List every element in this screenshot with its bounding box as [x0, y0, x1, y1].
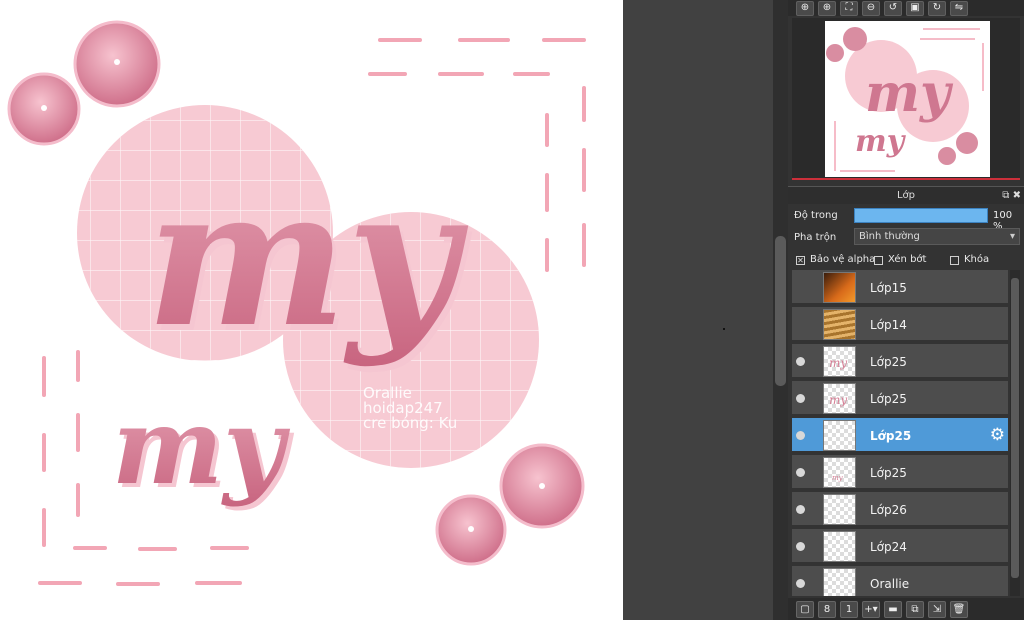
visibility-icon[interactable] — [796, 505, 805, 514]
protect-alpha-checkbox[interactable]: ✕ — [796, 255, 805, 265]
trash-icon[interactable]: 🗑 — [950, 600, 968, 618]
drawing-canvas[interactable]: my my my my Orallie hoidap247 cre bóng: … — [0, 0, 623, 620]
svg-text:my: my — [855, 124, 907, 159]
blend-label: Pha trộn — [794, 231, 837, 243]
new-layer-1bit-icon[interactable]: 1 — [840, 600, 858, 618]
svg-text:my: my — [865, 63, 954, 124]
layer-row[interactable]: my Lớp25 — [792, 381, 1008, 416]
layer-thumbnail: my — [823, 346, 856, 377]
layer-name: Lớp14 — [870, 318, 907, 332]
layer-name: Lớp24 — [870, 540, 907, 554]
duplicate-icon[interactable]: ⧉ — [906, 600, 924, 618]
svg-text:my: my — [829, 393, 847, 407]
layer-thumbnail — [823, 309, 856, 340]
visibility-icon[interactable] — [796, 579, 805, 588]
visibility-icon[interactable] — [796, 431, 805, 440]
scrollbar-thumb[interactable] — [775, 236, 786, 386]
watermark: Orallie hoidap247 cre bóng: Ku — [363, 386, 457, 431]
new-layer-8bit-icon[interactable]: 8 — [818, 600, 836, 618]
fit-icon[interactable]: ⛶ — [840, 0, 858, 16]
artwork: my my my my — [7, 20, 586, 586]
layer-row[interactable]: Lớp15 — [792, 270, 1008, 305]
layer-row[interactable]: my Lớp25 — [792, 344, 1008, 379]
layer-row[interactable]: Lớp14 — [792, 307, 1008, 342]
layer-thumbnail — [823, 531, 856, 562]
visibility-icon[interactable] — [796, 542, 805, 551]
layer-row[interactable]: my Lớp25 — [792, 455, 1008, 490]
visibility-icon[interactable] — [796, 468, 805, 477]
layer-thumbnail — [823, 420, 856, 451]
chevron-down-icon: ▾ — [1009, 231, 1015, 242]
artwork-text-large: my — [146, 146, 469, 369]
layer-thumbnail — [823, 568, 856, 596]
watermark-line: cre bóng: Ku — [363, 414, 458, 432]
blend-mode-select[interactable]: Bình thường ▾ — [854, 228, 1020, 245]
visibility-icon[interactable] — [796, 357, 805, 366]
zoom-in-icon[interactable]: ⊕ — [818, 0, 836, 16]
layer-row-selected[interactable]: Lớp25 ⚙ — [792, 418, 1008, 453]
layer-name: Lớp15 — [870, 281, 907, 295]
navigator-preview[interactable]: my my — [792, 18, 1020, 180]
workspace-background — [623, 0, 773, 620]
new-layer-icon[interactable]: ▢ — [796, 600, 814, 618]
artwork-text-small: my — [112, 384, 291, 508]
layer-list-scrollbar[interactable] — [1010, 270, 1020, 596]
clipping-label: Xén bớt — [888, 253, 927, 265]
scrollbar-thumb[interactable] — [1011, 278, 1019, 578]
canvas-vertical-scrollbar[interactable] — [773, 0, 788, 620]
svg-text:my: my — [832, 474, 844, 482]
layer-panel-title: Lớp — [896, 190, 916, 201]
layer-thumbnail — [823, 272, 856, 303]
svg-text:my: my — [829, 356, 847, 370]
layer-list: Lớp15 Lớp14 my Lớp25 my Lớp25 Lớp25 ⚙ my… — [792, 270, 1008, 596]
layer-name: Lớp25 — [870, 355, 907, 369]
layer-name: Orallie — [870, 577, 910, 591]
clipping-checkbox[interactable] — [874, 255, 883, 265]
add-layer-menu-icon[interactable]: +▾ — [862, 600, 880, 618]
layer-thumbnail — [823, 494, 856, 525]
flip-icon[interactable]: ⇋ — [950, 0, 968, 16]
opacity-slider[interactable] — [854, 208, 988, 223]
layer-actions-bar: ▢ 8 1 +▾ ▬ ⧉ ⇲ 🗑 — [788, 598, 1024, 620]
layer-thumbnail: my — [823, 383, 856, 414]
right-panel: ⊕ ⊕ ⛶ ⊖ ↺ ▣ ↻ ⇋ my my Lớp ⧉ ✖ Độ trong 1… — [788, 0, 1024, 620]
merge-icon[interactable]: ⇲ — [928, 600, 946, 618]
zoom-in-icon[interactable]: ⊕ — [796, 0, 814, 16]
navigator-toolbar: ⊕ ⊕ ⛶ ⊖ ↺ ▣ ↻ ⇋ — [788, 0, 1024, 16]
rotate-left-icon[interactable]: ↺ — [884, 0, 902, 16]
close-icon[interactable]: ✖ — [1013, 190, 1021, 201]
layer-row[interactable]: Lớp26 — [792, 492, 1008, 527]
layer-name: Lớp25 — [870, 466, 907, 480]
layer-row[interactable]: Orallie — [792, 566, 1008, 596]
opacity-label: Độ trong — [794, 209, 838, 221]
layer-thumbnail: my — [823, 457, 856, 488]
layer-name: Lớp26 — [870, 503, 907, 517]
layer-row[interactable]: Lớp24 — [792, 529, 1008, 564]
layer-name: Lớp25 — [870, 429, 912, 443]
folder-icon[interactable]: ▬ — [884, 600, 902, 618]
protect-alpha-label: Bảo vệ alpha — [810, 253, 876, 265]
layer-panel-header: Lớp ⧉ ✖ — [788, 186, 1024, 204]
gear-icon[interactable]: ⚙ — [990, 425, 1005, 445]
visibility-icon[interactable] — [796, 394, 805, 403]
lock-checkbox[interactable] — [950, 255, 959, 265]
detach-icon[interactable]: ⧉ — [1002, 190, 1009, 201]
blend-mode-value: Bình thường — [859, 231, 920, 242]
zoom-out-icon[interactable]: ⊖ — [862, 0, 880, 16]
layer-name: Lớp25 — [870, 392, 907, 406]
rotate-right-icon[interactable]: ↻ — [928, 0, 946, 16]
lock-label: Khóa — [964, 253, 990, 265]
fullscreen-icon[interactable]: ▣ — [906, 0, 924, 16]
